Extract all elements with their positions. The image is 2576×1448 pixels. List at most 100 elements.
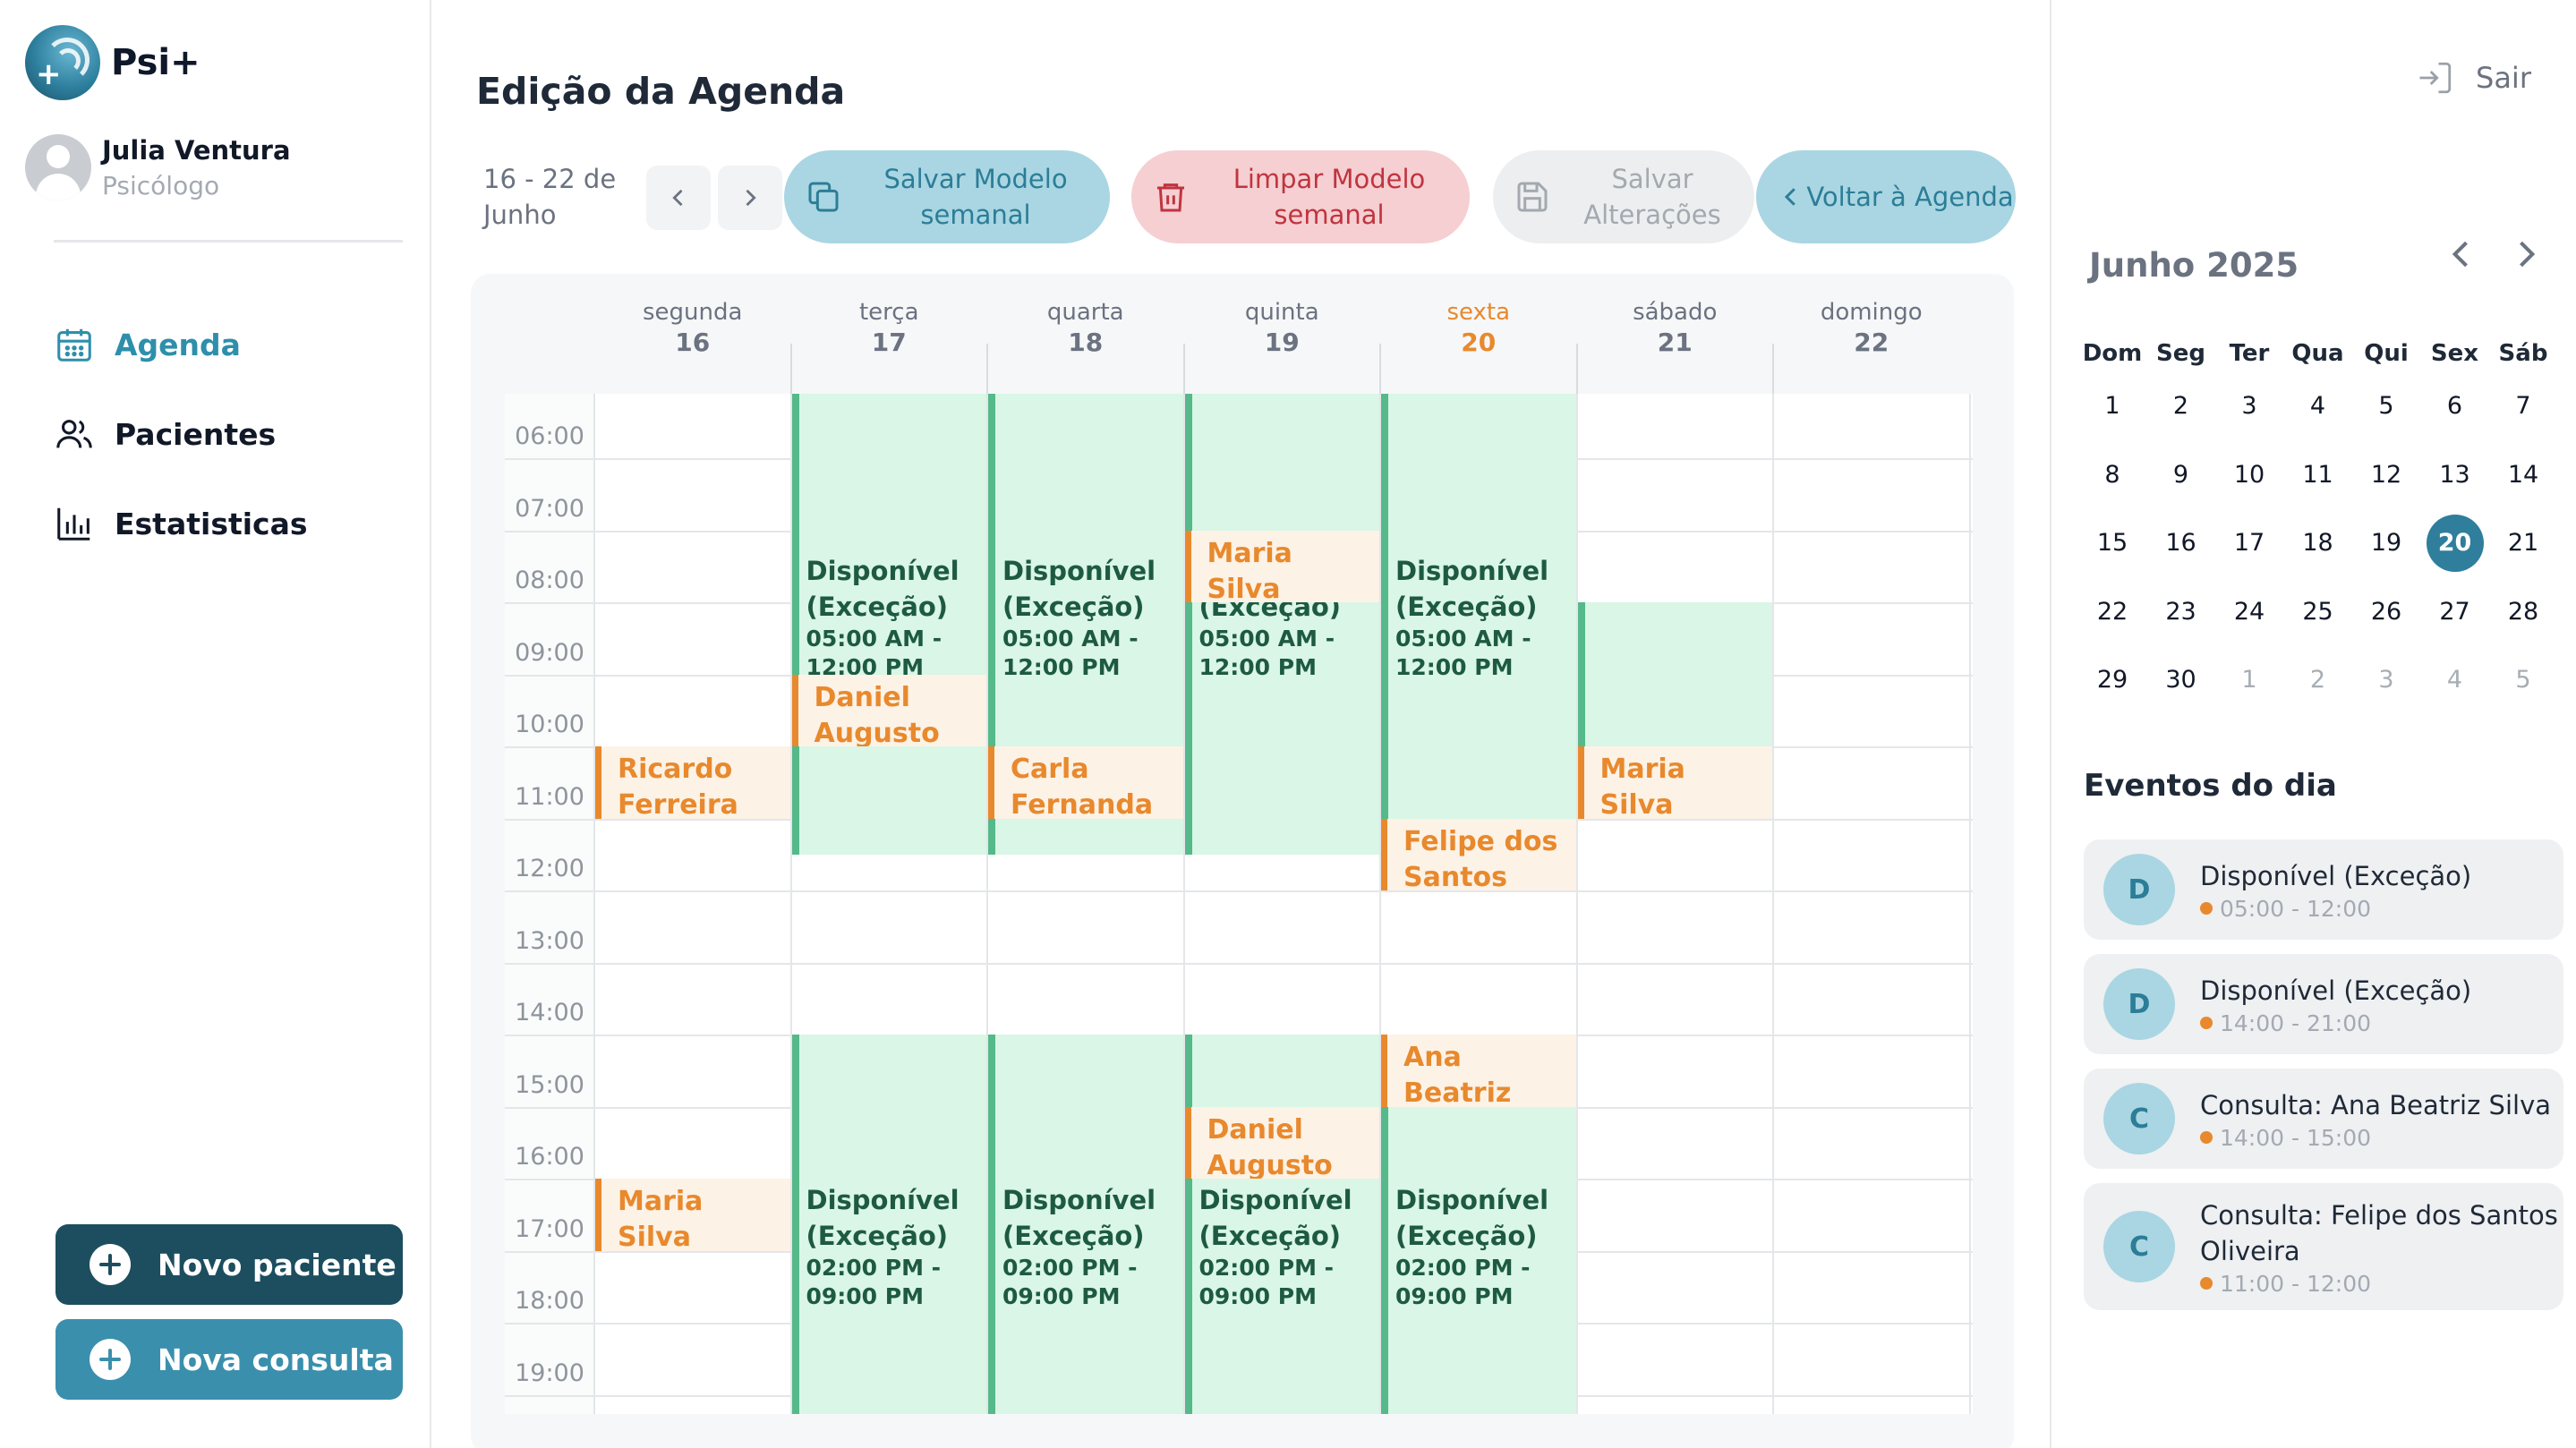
appointment-block[interactable]: Maria Silva Carvalho07:00 AM - bbox=[1184, 530, 1379, 603]
back-to-agenda-button[interactable]: Voltar à Agenda bbox=[1756, 150, 2016, 243]
appointment-block[interactable]: Daniel Augusto Pereira09:00 AM - bbox=[791, 674, 986, 747]
day-name: sexta bbox=[1446, 299, 1511, 326]
time-label: 08:00 bbox=[515, 566, 584, 595]
calendar-day[interactable]: 3 bbox=[2221, 378, 2278, 435]
calendar-day[interactable]: 13 bbox=[2427, 447, 2484, 504]
prev-month-button[interactable] bbox=[2442, 234, 2481, 274]
logout-button[interactable]: Sair bbox=[2417, 59, 2531, 97]
save-model-button[interactable]: Salvar Modelo semanal bbox=[784, 150, 1110, 243]
calendar-day[interactable]: 4 bbox=[2290, 378, 2347, 435]
calendar-day[interactable]: 17 bbox=[2221, 515, 2278, 572]
calendar-day[interactable]: 28 bbox=[2495, 583, 2552, 641]
user-profile[interactable]: Julia Ventura Psicólogo bbox=[25, 134, 291, 200]
appointment-block[interactable]: Maria Silva Carvalho04:00 PM - bbox=[595, 1179, 790, 1251]
new-appointment-button[interactable]: Nova consulta bbox=[55, 1319, 403, 1400]
calendar-day[interactable]: 1 bbox=[2084, 378, 2141, 435]
day-header-segunda[interactable]: segunda 16 bbox=[594, 299, 791, 357]
new-patient-button[interactable]: Novo paciente bbox=[55, 1224, 403, 1305]
calendar-day[interactable]: 7 bbox=[2495, 378, 2552, 435]
bar-chart-icon bbox=[57, 507, 90, 541]
event-time: 14:00 - 21:00 bbox=[2200, 1010, 2471, 1036]
time-label: 15:00 bbox=[515, 1070, 584, 1099]
event-title: Disponível (Exceção) bbox=[1395, 1185, 1549, 1252]
calendar-day[interactable]: 26 bbox=[2358, 583, 2415, 641]
appointment-block[interactable]: Felipe dos Santos Oliveira11:00 AM - bbox=[1381, 818, 1576, 891]
day-event-card[interactable]: D Disponível (Exceção) 14:00 - 21:00 bbox=[2084, 954, 2563, 1054]
availability-block[interactable]: Disponível (Exceção)05:00 AM - 12:00 PM bbox=[1381, 394, 1576, 856]
logout-icon bbox=[2419, 62, 2452, 94]
save-changes-button[interactable]: Salvar Alterações bbox=[1493, 150, 1754, 243]
availability-block[interactable]: Disponível (Exceção) 02:00 PM - 09:00 PM bbox=[988, 1035, 1183, 1414]
calendar-day[interactable]: 3 bbox=[2358, 652, 2415, 709]
event-time: 05:00 AM - 12:00 PM bbox=[1198, 625, 1335, 680]
availability-block[interactable]: Disponível (Exceção) 02:00 PM - 09:00 PM bbox=[791, 1035, 986, 1414]
calendar-day[interactable]: 22 bbox=[2084, 583, 2141, 641]
calendar-day[interactable]: 8 bbox=[2084, 447, 2141, 504]
day-date: 22 bbox=[1854, 328, 1889, 357]
calendar-day[interactable]: 23 bbox=[2153, 583, 2210, 641]
appointment-block[interactable]: Daniel Augusto Pereira03:00 PM - bbox=[1184, 1106, 1379, 1180]
next-week-button[interactable] bbox=[718, 166, 782, 230]
calendar-day[interactable]: 27 bbox=[2427, 583, 2484, 641]
calendar-day[interactable]: 15 bbox=[2084, 515, 2141, 572]
event-time: 05:00 AM - 12:00 PM bbox=[1395, 625, 1531, 680]
day-header-sexta[interactable]: sexta 20 bbox=[1380, 299, 1577, 357]
calendar-day[interactable]: 2 bbox=[2290, 652, 2347, 709]
calendar-day[interactable]: 20 bbox=[2426, 515, 2484, 572]
calendar-day[interactable]: 10 bbox=[2221, 447, 2278, 504]
calendar-day[interactable]: 5 bbox=[2495, 652, 2552, 709]
calendar-day[interactable]: 30 bbox=[2153, 652, 2210, 709]
app-logo[interactable]: + Psi+ bbox=[25, 25, 200, 100]
calendar-day[interactable]: 11 bbox=[2290, 447, 2347, 504]
day-event-card[interactable]: D Disponível (Exceção) 05:00 - 12:00 bbox=[2084, 839, 2563, 940]
availability-block[interactable]: Disponível (Exceção) 02:00 PM - 09:00 PM bbox=[1184, 1035, 1379, 1414]
time-label: 09:00 bbox=[515, 638, 584, 667]
appointment-block[interactable]: Maria Silva Carvalho10:00 AM - bbox=[1577, 746, 1772, 819]
nav-item-pacientes[interactable]: Pacientes bbox=[54, 389, 308, 479]
calendar-day[interactable]: 6 bbox=[2427, 378, 2484, 435]
time-label: 12:00 bbox=[515, 855, 584, 883]
header-divider bbox=[1575, 344, 1578, 394]
logout-label: Sair bbox=[2476, 61, 2531, 95]
appointment-block[interactable]: Ana Beatriz Silva02:00 PM - bbox=[1381, 1035, 1576, 1107]
appointment-block[interactable]: Ricardo Ferreira Mendes10:00 AM - bbox=[595, 746, 790, 819]
nav-item-agenda[interactable]: Agenda bbox=[54, 300, 308, 389]
calendar-day[interactable]: 16 bbox=[2153, 515, 2210, 572]
calendar-grid[interactable]: 06:00 07:00 08:00 09:00 10:00 11:00 12:00 13:00… bbox=[505, 394, 1973, 1414]
calendar-day[interactable]: 2 bbox=[2153, 378, 2210, 435]
calendar-day[interactable]: 21 bbox=[2495, 515, 2552, 572]
day-header-terça[interactable]: terça 17 bbox=[791, 299, 988, 357]
availability-block[interactable]: Disponível (Exceção)05:00 AM - 12:00 PM bbox=[791, 394, 986, 856]
main-nav: Agenda Pacientes Estatisticas bbox=[54, 300, 308, 568]
status-dot-icon bbox=[2200, 1017, 2213, 1029]
calendar-day[interactable]: 5 bbox=[2358, 378, 2415, 435]
calendar-day[interactable]: 24 bbox=[2221, 583, 2278, 641]
clear-model-button[interactable]: Limpar Modelo semanal bbox=[1131, 150, 1470, 243]
day-date: 19 bbox=[1264, 328, 1300, 357]
nav-item-estatisticas[interactable]: Estatisticas bbox=[54, 479, 308, 568]
calendar-day[interactable]: 14 bbox=[2495, 447, 2552, 504]
day-event-card[interactable]: C Consulta: Ana Beatriz Silva 14:00 - 15:0… bbox=[2084, 1069, 2563, 1169]
day-event-card[interactable]: C Consulta: Felipe dos Santos Oliveira 11:… bbox=[2084, 1183, 2563, 1310]
weekday-label: Qui bbox=[2364, 340, 2409, 367]
calendar-day[interactable]: 1 bbox=[2221, 652, 2278, 709]
appointment-block[interactable]: Carla Fernanda Ribeiro10:00 AM - bbox=[988, 746, 1183, 819]
availability-block[interactable]: Disponível (Exceção)05:00 AM - 12:00 PM bbox=[1184, 394, 1379, 856]
app-name: Psi+ bbox=[111, 42, 200, 83]
calendar-day[interactable]: 18 bbox=[2290, 515, 2347, 572]
day-header-quarta[interactable]: quarta 18 bbox=[987, 299, 1184, 357]
day-header-quinta[interactable]: quinta 19 bbox=[1184, 299, 1381, 357]
day-header-domingo[interactable]: domingo 22 bbox=[1773, 299, 1970, 357]
day-header-sábado[interactable]: sábado 21 bbox=[1577, 299, 1774, 357]
chevron-left-icon bbox=[672, 189, 683, 207]
prev-week-button[interactable] bbox=[646, 166, 711, 230]
weekday-label: Qua bbox=[2291, 340, 2344, 367]
calendar-day[interactable]: 19 bbox=[2358, 515, 2415, 572]
calendar-day[interactable]: 29 bbox=[2084, 652, 2141, 709]
calendar-day[interactable]: 4 bbox=[2427, 652, 2484, 709]
next-month-button[interactable] bbox=[2506, 234, 2546, 274]
calendar-day[interactable]: 9 bbox=[2153, 447, 2210, 504]
calendar-day[interactable]: 25 bbox=[2290, 583, 2347, 641]
calendar-day[interactable]: 12 bbox=[2358, 447, 2415, 504]
nav-label: Agenda bbox=[115, 327, 241, 362]
